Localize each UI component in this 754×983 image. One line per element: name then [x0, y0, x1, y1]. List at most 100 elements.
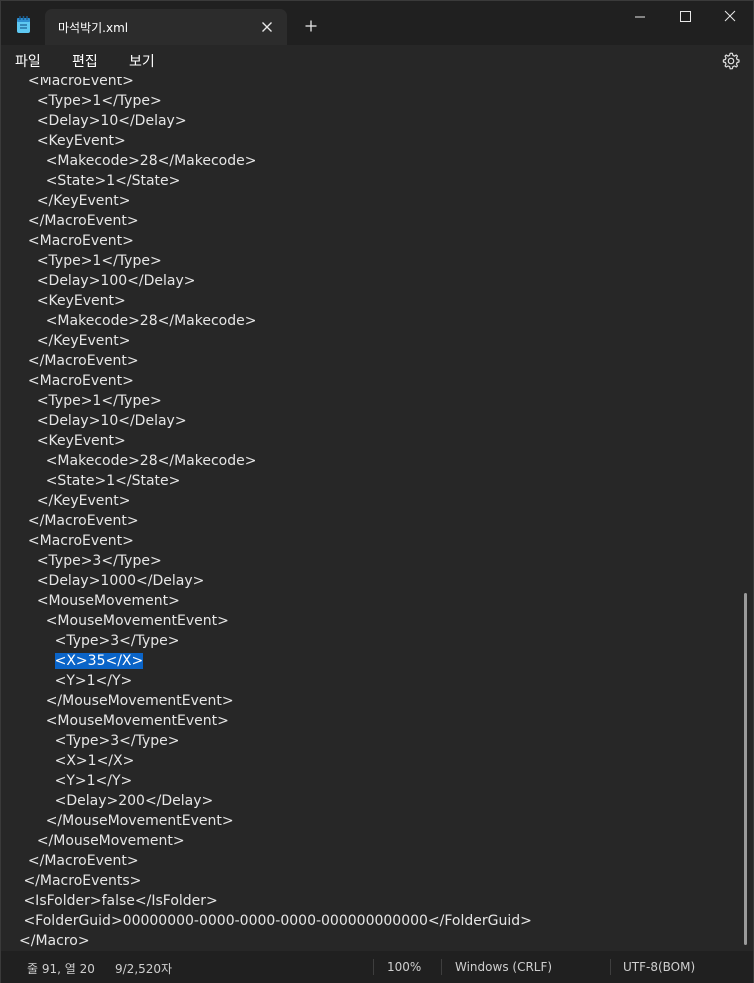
line-text: <State>1</State> — [45, 473, 181, 489]
code-line: </MacroEvent> — [19, 351, 739, 371]
line-text: <MouseMovement> — [36, 593, 180, 609]
code-line: </MacroEvent> — [19, 211, 739, 231]
code-line: <KeyEvent> — [19, 291, 739, 311]
selected-text: <X>35</X> — [54, 653, 144, 669]
line-text: <Delay>100</Delay> — [36, 273, 196, 289]
line-text: <Makecode>28</Makecode> — [45, 313, 257, 329]
maximize-icon[interactable] — [662, 1, 708, 33]
line-text: </MacroEvent> — [27, 353, 139, 369]
code-line: <Type>1</Type> — [19, 391, 739, 411]
code-line: </MacroEvent> — [19, 851, 739, 871]
code-line: <Delay>10</Delay> — [19, 411, 739, 431]
code-line: <Type>3</Type> — [19, 631, 739, 651]
line-text: <Delay>10</Delay> — [36, 113, 187, 129]
line-text: <State>1</State> — [45, 173, 181, 189]
line-text: </KeyEvent> — [36, 333, 131, 349]
code-line: <MacroEvent> — [19, 531, 739, 551]
status-divider — [441, 959, 442, 975]
title-bar: 마석박기.xml — [1, 1, 753, 45]
code-line: <MacroEvent> — [19, 77, 739, 91]
line-text: <Delay>1000</Delay> — [36, 573, 205, 589]
code-line: <X>35</X> — [19, 651, 739, 671]
zoom-level[interactable]: 100% — [387, 960, 421, 974]
code-line: <KeyEvent> — [19, 131, 739, 151]
line-text: </MouseMovementEvent> — [45, 693, 234, 709]
encoding[interactable]: UTF-8(BOM) — [623, 960, 695, 974]
close-tab-icon[interactable] — [258, 18, 276, 36]
vertical-scrollbar[interactable] — [744, 593, 747, 945]
gear-icon[interactable] — [720, 50, 742, 72]
code-line: <Y>1</Y> — [19, 671, 739, 691]
line-text: <Type>3</Type> — [54, 633, 180, 649]
close-window-icon[interactable] — [707, 1, 753, 33]
menu-file[interactable]: 파일 — [15, 51, 41, 71]
line-text: <Type>3</Type> — [54, 733, 180, 749]
new-tab-icon[interactable] — [302, 17, 320, 35]
line-text: <MacroEvent> — [27, 77, 134, 89]
line-text: </MouseMovement> — [36, 833, 185, 849]
code-line: </Macro> — [19, 931, 739, 951]
code-line: <MacroEvent> — [19, 231, 739, 251]
line-text: <Y>1</Y> — [54, 773, 133, 789]
line-text: <Makecode>28</Makecode> — [45, 453, 257, 469]
code-line: <Y>1</Y> — [19, 771, 739, 791]
code-line: <Type>3</Type> — [19, 551, 739, 571]
tab-file[interactable]: 마석박기.xml — [45, 9, 287, 45]
line-text: <MacroEvent> — [27, 373, 134, 389]
line-text: <FolderGuid>00000000-0000-0000-0000-0000… — [23, 913, 532, 929]
line-text: <Type>1</Type> — [36, 93, 162, 109]
line-text: </KeyEvent> — [36, 193, 131, 209]
code-line: <Delay>200</Delay> — [19, 791, 739, 811]
code-line: </MouseMovement> — [19, 831, 739, 851]
line-text: </Macro> — [19, 933, 90, 949]
menu-view[interactable]: 보기 — [129, 51, 155, 71]
code-line: <Delay>100</Delay> — [19, 271, 739, 291]
code-line: <Makecode>28</Makecode> — [19, 311, 739, 331]
line-text: <Type>1</Type> — [36, 253, 162, 269]
line-text: </MacroEvent> — [27, 513, 139, 529]
code-line: <KeyEvent> — [19, 431, 739, 451]
code-line: <State>1</State> — [19, 471, 739, 491]
line-text: <Type>3</Type> — [36, 553, 162, 569]
code-line: </MacroEvents> — [19, 871, 739, 891]
code-line: <Makecode>28</Makecode> — [19, 151, 739, 171]
code-line: </MouseMovementEvent> — [19, 811, 739, 831]
code-line: <MouseMovementEvent> — [19, 611, 739, 631]
line-text: <Y>1</Y> — [54, 673, 133, 689]
line-text: <Makecode>28</Makecode> — [45, 153, 257, 169]
line-text: </KeyEvent> — [36, 493, 131, 509]
line-text: <KeyEvent> — [36, 133, 126, 149]
text-editor[interactable]: <MacroEvent> <Type>1</Type> <Delay>10</D… — [1, 77, 753, 951]
character-count: 9/2,520자 — [115, 962, 173, 976]
minimize-icon[interactable] — [617, 1, 663, 33]
code-line: <Makecode>28</Makecode> — [19, 451, 739, 471]
line-text: </MacroEvent> — [27, 853, 139, 869]
menu-bar: 파일 편집 보기 — [1, 45, 753, 77]
line-ending[interactable]: Windows (CRLF) — [455, 960, 552, 974]
line-text: <Delay>200</Delay> — [54, 793, 214, 809]
menu-edit[interactable]: 편집 — [72, 51, 98, 71]
line-text: <KeyEvent> — [36, 293, 126, 309]
code-line: </MacroEvent> — [19, 511, 739, 531]
